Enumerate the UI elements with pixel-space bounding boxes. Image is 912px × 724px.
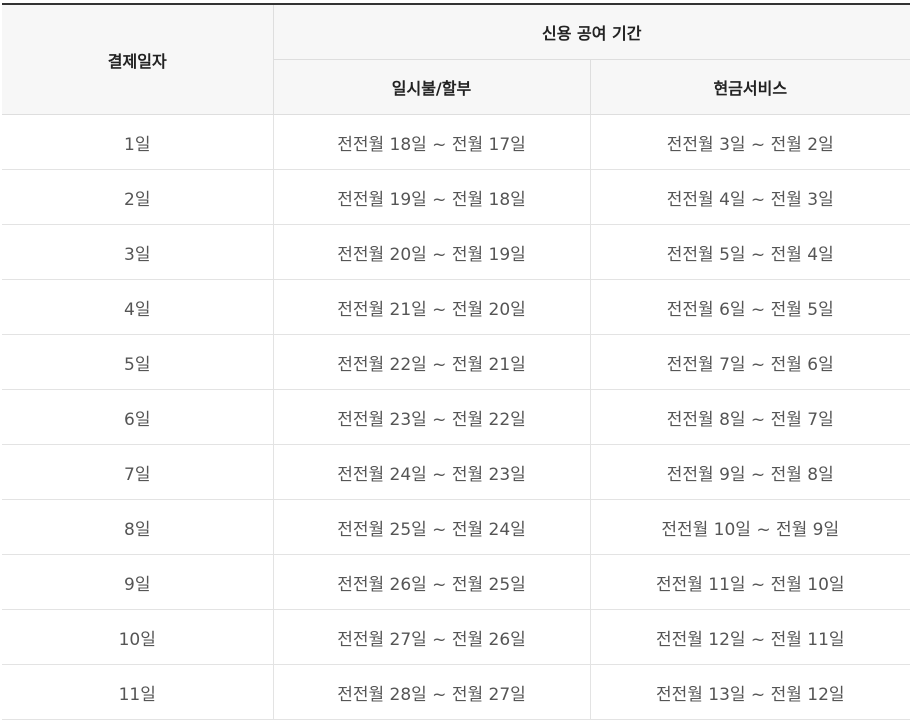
table-row: 2일 전전월 19일 ~ 전월 18일 전전월 4일 ~ 전월 3일 [2, 169, 910, 225]
lump-installment-period-cell: 전전월 18일 ~ 전월 17일 [273, 114, 591, 170]
table-row: 11일 전전월 28일 ~ 전월 27일 전전월 13일 ~ 전월 12일 [2, 664, 910, 720]
lump-installment-period-cell: 전전월 22일 ~ 전월 21일 [273, 334, 591, 390]
lump-installment-period-cell: 전전월 19일 ~ 전월 18일 [273, 169, 591, 225]
lump-installment-period-cell: 전전월 28일 ~ 전월 27일 [273, 664, 591, 720]
table-row: 4일 전전월 21일 ~ 전월 20일 전전월 6일 ~ 전월 5일 [2, 279, 910, 335]
table-row: 6일 전전월 23일 ~ 전월 22일 전전월 8일 ~ 전월 7일 [2, 389, 910, 445]
header-credit-period: 신용 공여 기간 [273, 3, 910, 60]
lump-installment-period-cell: 전전월 25일 ~ 전월 24일 [273, 499, 591, 555]
payment-day-cell: 6일 [2, 389, 274, 445]
credit-period-table: 결제일자 신용 공여 기간 일시불/할부 현금서비스 1일 전전월 18일 ~ … [2, 3, 910, 720]
table-body: 1일 전전월 18일 ~ 전월 17일 전전월 3일 ~ 전월 2일 2일 전전… [2, 114, 910, 720]
table-row: 10일 전전월 27일 ~ 전월 26일 전전월 12일 ~ 전월 11일 [2, 609, 910, 665]
cash-service-period-cell: 전전월 6일 ~ 전월 5일 [590, 279, 910, 335]
lump-installment-period-cell: 전전월 27일 ~ 전월 26일 [273, 609, 591, 665]
cash-service-period-cell: 전전월 11일 ~ 전월 10일 [590, 554, 910, 610]
lump-installment-period-cell: 전전월 24일 ~ 전월 23일 [273, 444, 591, 500]
payment-day-cell: 8일 [2, 499, 274, 555]
lump-installment-period-cell: 전전월 20일 ~ 전월 19일 [273, 224, 591, 280]
payment-day-cell: 7일 [2, 444, 274, 500]
header-payment-date: 결제일자 [2, 3, 274, 115]
cash-service-period-cell: 전전월 9일 ~ 전월 8일 [590, 444, 910, 500]
table-header: 결제일자 신용 공여 기간 일시불/할부 현금서비스 [2, 3, 910, 115]
cash-service-period-cell: 전전월 4일 ~ 전월 3일 [590, 169, 910, 225]
lump-installment-period-cell: 전전월 26일 ~ 전월 25일 [273, 554, 591, 610]
header-cash-service: 현금서비스 [590, 59, 910, 115]
payment-day-cell: 2일 [2, 169, 274, 225]
cash-service-period-cell: 전전월 5일 ~ 전월 4일 [590, 224, 910, 280]
payment-day-cell: 9일 [2, 554, 274, 610]
table-row: 7일 전전월 24일 ~ 전월 23일 전전월 9일 ~ 전월 8일 [2, 444, 910, 500]
cash-service-period-cell: 전전월 10일 ~ 전월 9일 [590, 499, 910, 555]
payment-day-cell: 4일 [2, 279, 274, 335]
table-row: 1일 전전월 18일 ~ 전월 17일 전전월 3일 ~ 전월 2일 [2, 114, 910, 170]
table-row: 3일 전전월 20일 ~ 전월 19일 전전월 5일 ~ 전월 4일 [2, 224, 910, 280]
table-row: 9일 전전월 26일 ~ 전월 25일 전전월 11일 ~ 전월 10일 [2, 554, 910, 610]
cash-service-period-cell: 전전월 12일 ~ 전월 11일 [590, 609, 910, 665]
lump-installment-period-cell: 전전월 23일 ~ 전월 22일 [273, 389, 591, 445]
table-row: 5일 전전월 22일 ~ 전월 21일 전전월 7일 ~ 전월 6일 [2, 334, 910, 390]
header-lump-installment: 일시불/할부 [273, 59, 591, 115]
cash-service-period-cell: 전전월 3일 ~ 전월 2일 [590, 114, 910, 170]
cash-service-period-cell: 전전월 8일 ~ 전월 7일 [590, 389, 910, 445]
payment-day-cell: 5일 [2, 334, 274, 390]
cash-service-period-cell: 전전월 7일 ~ 전월 6일 [590, 334, 910, 390]
cash-service-period-cell: 전전월 13일 ~ 전월 12일 [590, 664, 910, 720]
table-row: 8일 전전월 25일 ~ 전월 24일 전전월 10일 ~ 전월 9일 [2, 499, 910, 555]
payment-day-cell: 11일 [2, 664, 274, 720]
payment-day-cell: 1일 [2, 114, 274, 170]
lump-installment-period-cell: 전전월 21일 ~ 전월 20일 [273, 279, 591, 335]
payment-day-cell: 10일 [2, 609, 274, 665]
payment-day-cell: 3일 [2, 224, 274, 280]
